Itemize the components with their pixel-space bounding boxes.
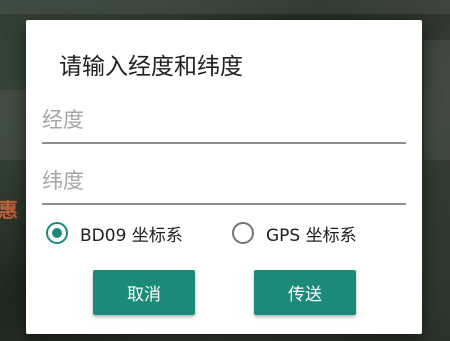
- radio-checked-icon[interactable]: [46, 222, 68, 244]
- send-button[interactable]: 传送: [254, 270, 356, 315]
- radio-label-gps: GPS 坐标系: [266, 225, 357, 246]
- map-background: 惠 请输入经度和纬度 BD09 坐标系 GPS 坐标系 取消 传送: [0, 0, 450, 341]
- longitude-underline: [42, 142, 406, 144]
- latitude-field: [42, 163, 406, 207]
- radio-label-bd09: BD09 坐标系: [80, 225, 183, 246]
- latitude-underline: [42, 203, 406, 205]
- map-place-label: 惠: [0, 198, 19, 222]
- radio-unchecked-icon[interactable]: [232, 222, 254, 244]
- map-road: [0, 0, 450, 14]
- coordinate-dialog: 请输入经度和纬度 BD09 坐标系 GPS 坐标系 取消 传送: [26, 20, 422, 334]
- longitude-input[interactable]: [42, 102, 406, 138]
- map-block: [0, 90, 26, 160]
- longitude-field: [42, 102, 406, 146]
- radio-dot-icon: [52, 228, 62, 238]
- cancel-button[interactable]: 取消: [93, 270, 195, 315]
- dialog-title: 请输入经度和纬度: [59, 54, 243, 80]
- latitude-input[interactable]: [42, 163, 406, 199]
- radio-option-gps[interactable]: GPS 坐标系: [232, 220, 357, 246]
- map-block: [424, 40, 450, 160]
- radio-option-bd09[interactable]: BD09 坐标系: [46, 220, 183, 246]
- coordinate-system-radio-group: BD09 坐标系 GPS 坐标系: [46, 220, 406, 246]
